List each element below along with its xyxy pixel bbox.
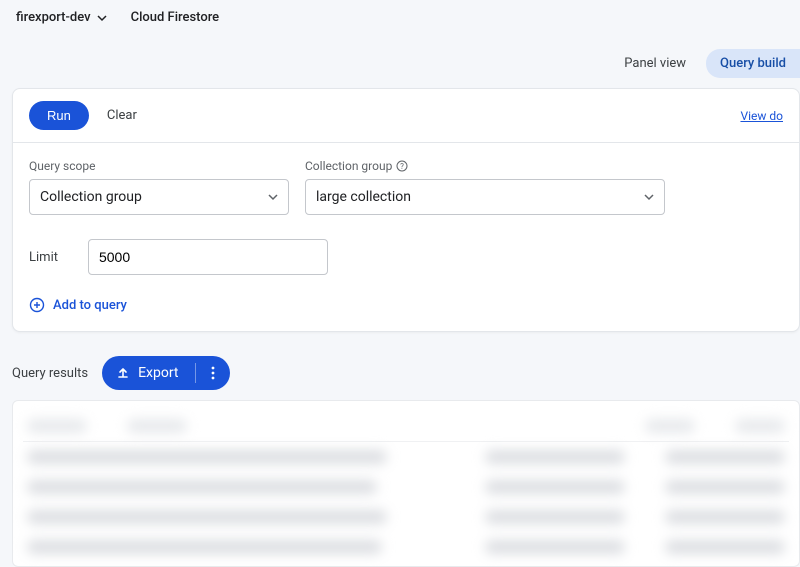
- table-header: [23, 411, 789, 442]
- table-row[interactable]: [23, 502, 789, 532]
- query-results-label: Query results: [12, 366, 88, 381]
- chevron-down-icon: [644, 192, 654, 202]
- help-icon[interactable]: ?: [396, 160, 408, 172]
- run-button[interactable]: Run: [29, 101, 89, 130]
- tab-panel-view[interactable]: Panel view: [614, 50, 696, 77]
- plus-circle-icon: [29, 297, 45, 313]
- table-row[interactable]: [23, 472, 789, 502]
- chevron-down-icon: [268, 192, 278, 202]
- query-builder-card: Run Clear View do Query scope Collection…: [12, 88, 800, 332]
- table-row[interactable]: [23, 442, 789, 472]
- svg-text:?: ?: [400, 162, 404, 171]
- project-selector[interactable]: firexport-dev: [16, 10, 107, 25]
- add-to-query-button[interactable]: Add to query: [13, 283, 799, 331]
- product-title: Cloud Firestore: [131, 10, 220, 25]
- more-vert-icon[interactable]: [204, 364, 222, 382]
- collection-group-value: large collection: [316, 189, 411, 205]
- clear-button[interactable]: Clear: [107, 108, 137, 123]
- upload-icon: [116, 366, 130, 380]
- query-scope-label: Query scope: [29, 159, 289, 173]
- tab-query-builder[interactable]: Query build: [706, 49, 800, 78]
- divider: [195, 363, 196, 383]
- export-label: Export: [138, 365, 178, 381]
- query-scope-select[interactable]: Collection group: [29, 179, 289, 215]
- chevron-down-icon: [97, 13, 107, 23]
- project-name: firexport-dev: [16, 10, 91, 25]
- add-to-query-label: Add to query: [53, 298, 127, 313]
- limit-input[interactable]: [88, 239, 328, 275]
- limit-label: Limit: [29, 250, 58, 265]
- collection-group-label: Collection group: [305, 159, 392, 173]
- collection-group-select[interactable]: large collection: [305, 179, 665, 215]
- results-table: [12, 400, 800, 567]
- view-docs-link[interactable]: View do: [740, 109, 783, 123]
- export-button[interactable]: Export: [102, 356, 229, 390]
- table-row[interactable]: [23, 532, 789, 562]
- query-scope-value: Collection group: [40, 189, 142, 205]
